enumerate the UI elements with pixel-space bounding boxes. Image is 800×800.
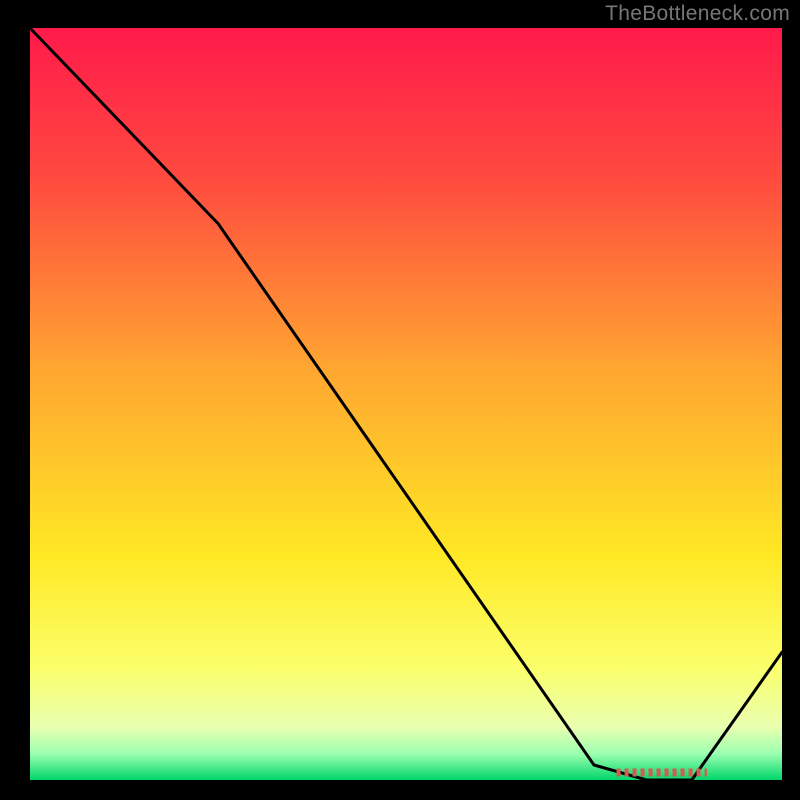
- plot-background: [30, 28, 782, 780]
- attribution-label: TheBottleneck.com: [605, 2, 790, 26]
- chart-container: TheBottleneck.com: [0, 0, 800, 800]
- bottleneck-chart: [0, 0, 800, 800]
